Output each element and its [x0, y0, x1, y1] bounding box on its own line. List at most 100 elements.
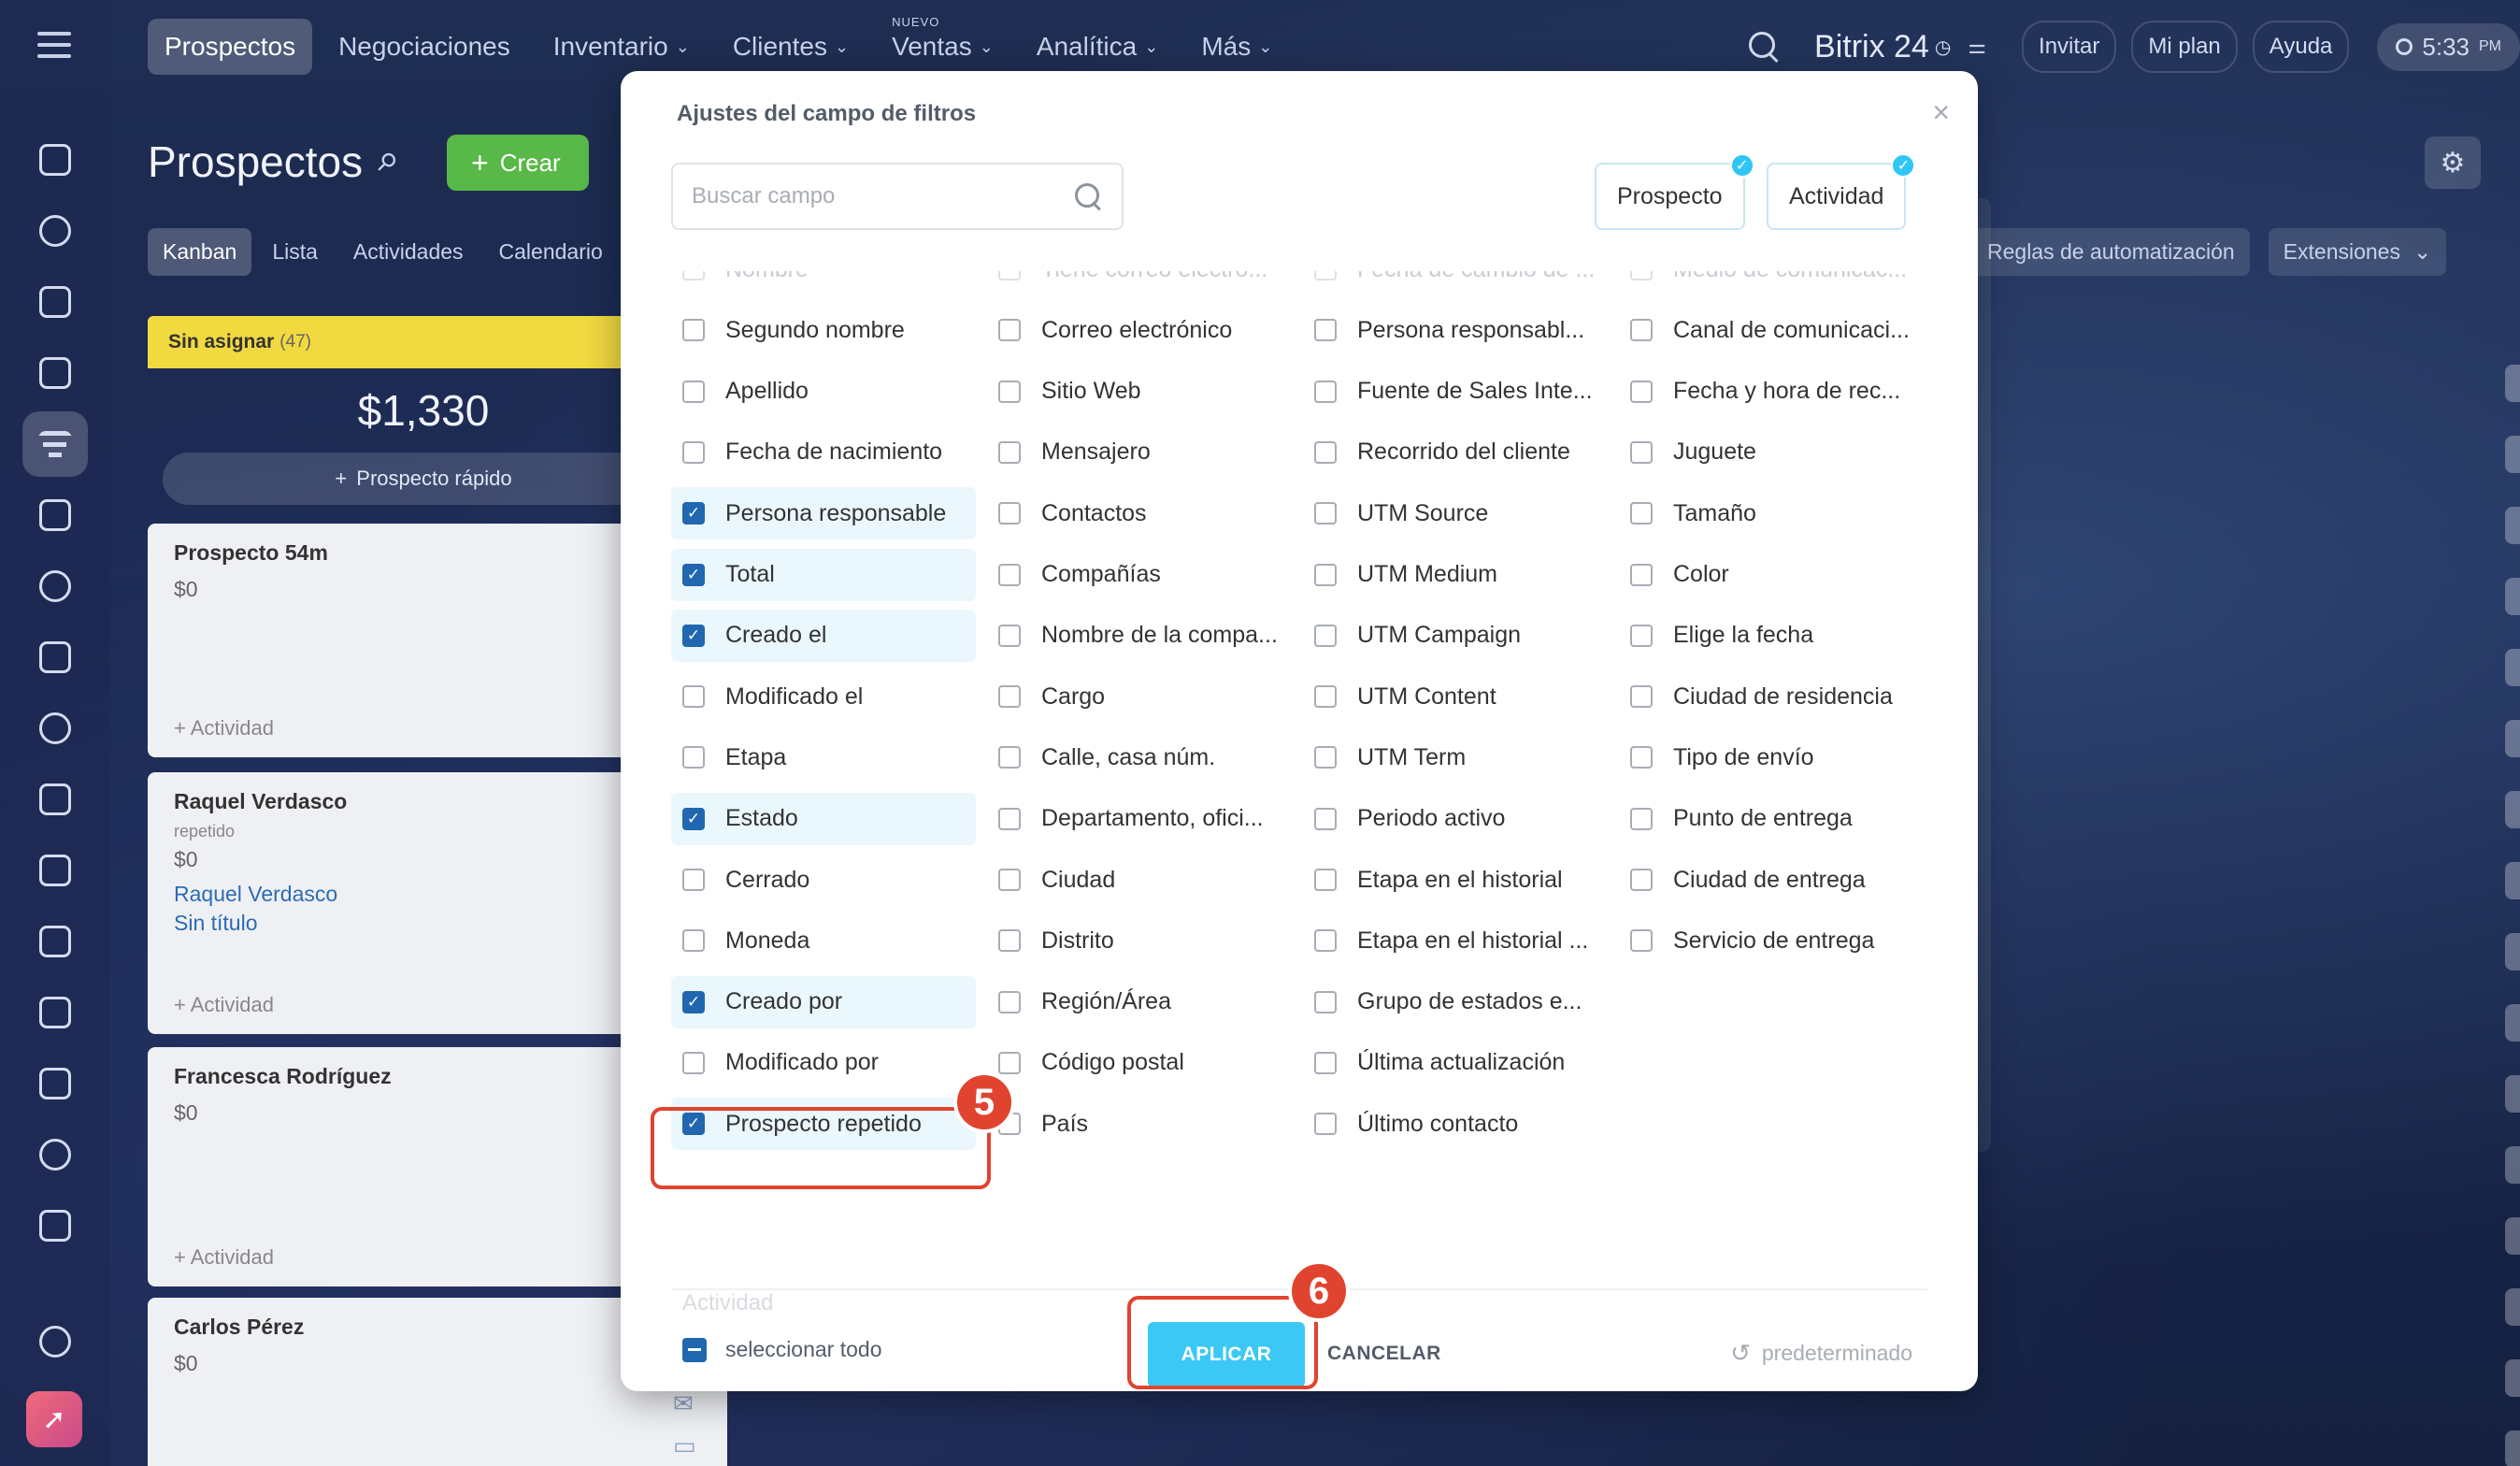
field-option[interactable]: Fecha y hora de rec...	[1619, 366, 1924, 418]
field-checkbox[interactable]	[1630, 319, 1653, 342]
sliders-icon[interactable]: ⚌	[1968, 35, 1986, 59]
field-option[interactable]: Mensajero	[987, 426, 1292, 479]
field-option[interactable]: ✓ Estado	[671, 792, 976, 845]
field-option[interactable]: Medio de comunicac...	[1619, 271, 1924, 295]
field-option[interactable]: Etapa en el historial ...	[1303, 914, 1608, 967]
copilot-icon[interactable]	[22, 696, 88, 761]
field-option[interactable]: UTM Medium	[1303, 549, 1608, 601]
field-checkbox[interactable]: ✓	[682, 624, 705, 647]
field-option[interactable]: Ciudad de entrega	[1619, 854, 1924, 906]
nav-prospectos[interactable]: Prospectos	[148, 19, 313, 75]
field-option[interactable]: UTM Source	[1303, 487, 1608, 539]
field-checkbox[interactable]	[682, 319, 705, 342]
field-checkbox[interactable]: ✓	[682, 563, 705, 586]
field-option[interactable]: Modificado el	[671, 670, 976, 723]
field-option[interactable]: Periodo activo	[1303, 793, 1608, 845]
mail-icon[interactable]: ✉	[673, 1389, 696, 1418]
field-checkbox[interactable]	[998, 807, 1021, 830]
field-option[interactable]: Compañías	[987, 549, 1292, 601]
field-checkbox[interactable]	[682, 380, 705, 403]
field-option[interactable]: Modificado por	[671, 1037, 976, 1089]
field-checkbox[interactable]	[682, 746, 705, 769]
field-checkbox[interactable]	[998, 1051, 1021, 1074]
tab-calendario[interactable]: Calendario	[484, 228, 618, 276]
field-checkbox[interactable]: ✓	[682, 990, 705, 1013]
field-checkbox[interactable]	[1314, 271, 1337, 280]
field-checkbox[interactable]	[1314, 380, 1337, 403]
field-checkbox[interactable]	[998, 869, 1021, 891]
field-option[interactable]: Nombre de la compa...	[987, 610, 1292, 662]
field-option[interactable]: Etapa en el historial	[1303, 854, 1608, 906]
field-option[interactable]: ✓ Creado por	[671, 975, 976, 1028]
default-button[interactable]: ↺ predeterminado	[1730, 1339, 1912, 1368]
field-checkbox[interactable]	[1630, 380, 1653, 403]
field-option[interactable]: Código postal	[987, 1037, 1292, 1089]
extensions-button[interactable]: Extensiones ⌄	[2268, 228, 2447, 276]
documents-icon[interactable]	[22, 767, 88, 832]
add-activity-link[interactable]: + Actividad	[174, 993, 274, 1017]
field-checkbox[interactable]	[1630, 869, 1653, 891]
field-checkbox[interactable]	[1314, 929, 1337, 953]
crm-funnel-icon[interactable]	[22, 411, 88, 477]
tag-prospecto[interactable]: Prospecto ✓	[1595, 153, 1754, 230]
field-option[interactable]: Cargo	[987, 670, 1292, 723]
settings-gear-icon[interactable]	[22, 1309, 88, 1374]
field-checkbox[interactable]	[682, 271, 705, 280]
field-checkbox[interactable]	[682, 929, 705, 953]
field-option[interactable]: Canal de comunicaci...	[1619, 304, 1924, 356]
store-icon[interactable]	[22, 838, 88, 903]
field-option[interactable]: UTM Term	[1303, 731, 1608, 783]
field-checkbox[interactable]	[1630, 624, 1653, 647]
chat-icon[interactable]	[22, 269, 88, 335]
field-option[interactable]: Recorrido del cliente	[1303, 426, 1608, 479]
help-button[interactable]: Ayuda	[2252, 21, 2350, 73]
field-option[interactable]: Último contacto	[1303, 1098, 1608, 1150]
field-option[interactable]: Apellido	[671, 366, 976, 418]
field-checkbox[interactable]	[1314, 624, 1337, 647]
field-checkbox[interactable]	[998, 929, 1021, 953]
search-input[interactable]	[692, 183, 1073, 209]
field-option[interactable]: Tiene correo electró...	[987, 271, 1292, 295]
field-option[interactable]: Punto de entrega	[1619, 793, 1924, 845]
field-option[interactable]: Ciudad	[987, 854, 1292, 906]
tag-actividad[interactable]: Actividad ✓	[1767, 153, 1916, 230]
field-checkbox[interactable]	[1630, 563, 1653, 586]
field-option[interactable]: Segundo nombre	[671, 304, 976, 356]
field-option[interactable]: Grupo de estados e...	[1303, 976, 1608, 1028]
field-search[interactable]	[671, 163, 1124, 230]
field-checkbox[interactable]	[998, 563, 1021, 586]
field-checkbox[interactable]	[1314, 502, 1337, 525]
mail-icon[interactable]	[22, 1051, 88, 1116]
sites-icon[interactable]	[22, 909, 88, 974]
field-checkbox[interactable]	[998, 271, 1021, 280]
field-option[interactable]: Contactos	[987, 487, 1292, 539]
tab-actividades[interactable]: Actividades	[338, 228, 479, 276]
field-option[interactable]: Región/Área	[987, 976, 1292, 1028]
field-option[interactable]: Fuente de Sales Inte...	[1303, 366, 1608, 418]
field-checkbox[interactable]	[1314, 990, 1337, 1013]
cancel-button[interactable]: CANCELAR	[1327, 1343, 1441, 1365]
field-checkbox[interactable]	[1630, 746, 1653, 769]
invite-button[interactable]: Invitar	[2022, 21, 2117, 73]
field-option[interactable]: Persona responsabl...	[1303, 304, 1608, 356]
field-option[interactable]: Ciudad de residencia	[1619, 670, 1924, 723]
checklist-icon[interactable]	[22, 1193, 88, 1258]
field-checkbox[interactable]	[1630, 440, 1653, 464]
settings-gear-icon[interactable]: ⚙	[2425, 137, 2481, 189]
nav-clientes[interactable]: Clientes ⌄	[716, 19, 866, 75]
add-activity-link[interactable]: + Actividad	[174, 716, 274, 740]
field-checkbox[interactable]	[998, 440, 1021, 464]
drive-icon[interactable]	[22, 482, 88, 548]
field-checkbox[interactable]	[1314, 440, 1337, 464]
field-option[interactable]: UTM Content	[1303, 670, 1608, 723]
field-option[interactable]: Departamento, ofici...	[987, 793, 1292, 845]
create-button[interactable]: + Crear	[447, 135, 589, 191]
field-checkbox[interactable]	[1630, 685, 1653, 709]
field-checkbox[interactable]	[1314, 1113, 1337, 1136]
work-time-button[interactable]: 5:33 PM	[2377, 22, 2520, 71]
field-option[interactable]: Tipo de envío	[1619, 731, 1924, 783]
field-checkbox[interactable]	[998, 380, 1021, 403]
field-checkbox[interactable]	[1630, 929, 1653, 953]
field-option[interactable]: Última actualización	[1303, 1037, 1608, 1089]
field-checkbox[interactable]	[998, 746, 1021, 769]
